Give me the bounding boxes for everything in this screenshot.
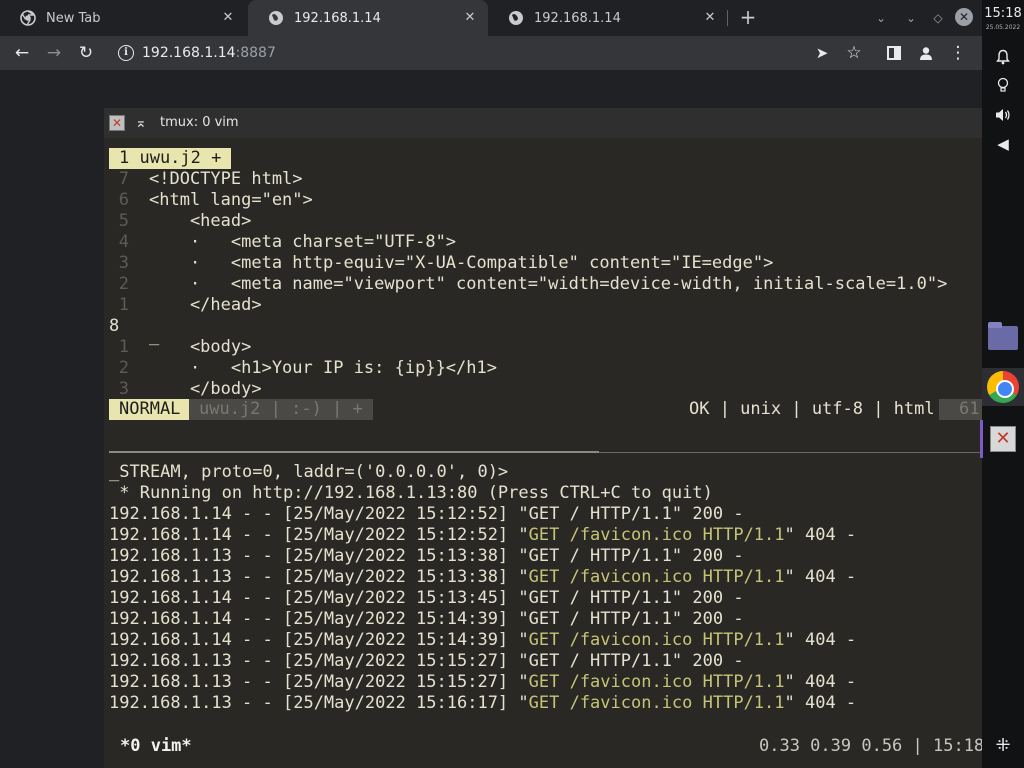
file-manager-app[interactable] xyxy=(982,320,1024,358)
url-port: :8887 xyxy=(235,45,276,61)
tab-ip[interactable]: 192.168.1.14 ✕ xyxy=(488,0,728,36)
pane-divider[interactable] xyxy=(109,451,982,453)
vim-mode: NORMAL xyxy=(109,399,191,420)
collapse-arrow-icon[interactable]: ◀ xyxy=(982,133,1024,155)
tmux-statusbar: *0 vim* 0.33 0.39 0.56 | 15:18 xyxy=(104,734,985,758)
log-line[interactable]: 192.168.1.13 - - [25/May/2022 15:13:38] … xyxy=(109,567,856,588)
vim-fileinfo: uwu.j2 | :-) | + xyxy=(189,399,373,420)
forward-icon[interactable]: → xyxy=(42,41,66,65)
side-panel-icon[interactable] xyxy=(882,41,906,65)
tab-separator xyxy=(727,10,728,26)
terminal-titlebar[interactable]: ✕ ⌅ tmux: 0 vim xyxy=(104,108,982,138)
log-line[interactable]: 192.168.1.14 - - [25/May/2022 15:14:39] … xyxy=(109,609,744,630)
tab-active-ip[interactable]: 192.168.1.14 ✕ xyxy=(248,0,488,36)
active-pane-indicator xyxy=(109,451,599,453)
log-line[interactable]: 192.168.1.13 - - [25/May/2022 15:13:38] … xyxy=(109,546,744,567)
log-line[interactable]: 192.168.1.14 - - [25/May/2022 15:13:45] … xyxy=(109,588,744,609)
chrome-icon xyxy=(987,371,1019,403)
profile-icon[interactable] xyxy=(914,41,938,65)
code-line[interactable]: 3 · <meta http-equiv="X-UA-Compatible" c… xyxy=(109,253,774,274)
vim-statusline: NORMAL uwu.j2 | :-) | + OK | unix | utf-… xyxy=(109,399,982,420)
terminal-title: tmux: 0 vim xyxy=(160,115,239,130)
chrome-icon xyxy=(20,10,36,26)
code-line[interactable]: 6 <html lang="en"> xyxy=(109,190,313,211)
folder-icon xyxy=(988,322,1018,350)
code-line-current[interactable]: 8 xyxy=(109,316,120,337)
current-line-number: 8 xyxy=(109,316,120,336)
log-line[interactable]: 192.168.1.13 - - [25/May/2022 15:15:27] … xyxy=(109,672,856,693)
code-line[interactable]: 4 · <meta charset="UTF-8"> xyxy=(109,232,456,253)
code-line[interactable]: 1 <body> xyxy=(109,337,252,358)
vim-position: 61 xyxy=(939,399,982,420)
bell-icon[interactable] xyxy=(982,46,1024,68)
globe-icon xyxy=(509,11,523,25)
panel-date: 25.05.2022 xyxy=(985,24,1021,31)
log-line[interactable]: 192.168.1.13 - - [25/May/2022 15:15:27] … xyxy=(109,651,744,672)
new-tab-button[interactable]: + xyxy=(736,6,760,30)
lightbulb-icon[interactable] xyxy=(982,74,1024,96)
close-tab-icon[interactable]: ✕ xyxy=(462,10,478,26)
terminal-close-icon[interactable]: ✕ xyxy=(109,115,125,131)
url-host: 192.168.1.14 xyxy=(142,45,236,61)
window-close-icon[interactable]: ✕ xyxy=(955,8,973,26)
vim-file-status: OK | unix | utf-8 | html xyxy=(689,399,935,419)
log-line[interactable]: 192.168.1.14 - - [25/May/2022 15:12:52] … xyxy=(109,504,744,525)
browser-toolbar: ← → ↻ i 192.168.1.14:8887 ➤ ☆ ⋮ xyxy=(0,36,982,70)
log-line[interactable]: * Running on http://192.168.1.13:80 (Pre… xyxy=(109,483,713,504)
reload-icon[interactable]: ↻ xyxy=(74,41,98,65)
send-icon[interactable]: ➤ xyxy=(810,41,834,65)
tab-title: 192.168.1.14 xyxy=(294,10,381,26)
code-line[interactable]: 2 · <meta name="viewport" content="width… xyxy=(109,274,948,295)
tmux-load-clock: 0.33 0.39 0.56 | 15:18 xyxy=(759,736,985,756)
keep-above-icon[interactable]: ⌅ xyxy=(135,108,147,138)
apps-menu-icon[interactable]: ⁜ xyxy=(982,734,1024,758)
tmux-app[interactable]: ✕ xyxy=(982,420,1024,458)
back-icon[interactable]: ← xyxy=(10,41,34,65)
log-line[interactable]: _STREAM, proto=0, laddr=('0.0.0.0', 0)> xyxy=(109,462,508,483)
bookmark-star-icon[interactable]: ☆ xyxy=(842,41,866,65)
info-icon[interactable]: i xyxy=(118,45,134,61)
tab-new-tab[interactable]: New Tab ✕ xyxy=(0,0,246,36)
tab-title: 192.168.1.14 xyxy=(534,10,621,26)
terminal-close-app-icon: ✕ xyxy=(990,426,1016,452)
tab-title: New Tab xyxy=(46,10,101,26)
minimize-icon[interactable]: ⌄ xyxy=(902,9,920,27)
tab-strip: New Tab ✕ 192.168.1.14 ✕ 192.168.1.14 ✕ … xyxy=(0,0,982,36)
tab-search-icon[interactable]: ⌄ xyxy=(872,9,890,27)
log-line[interactable]: 192.168.1.14 - - [25/May/2022 15:14:39] … xyxy=(109,630,856,651)
code-line[interactable]: 7 <!DOCTYPE html> xyxy=(109,169,303,190)
close-tab-icon[interactable]: ✕ xyxy=(702,10,718,26)
close-tab-icon[interactable]: ✕ xyxy=(220,10,236,26)
code-line[interactable]: 5 <head> xyxy=(109,211,252,232)
code-line[interactable]: 3 </body> xyxy=(109,379,262,400)
log-line[interactable]: 192.168.1.14 - - [25/May/2022 15:12:52] … xyxy=(109,525,856,546)
log-line[interactable]: 192.168.1.13 - - [25/May/2022 15:16:17] … xyxy=(109,693,856,714)
panel-clock[interactable]: 15:18 xyxy=(982,6,1024,21)
restore-icon[interactable]: ◇ xyxy=(929,9,947,27)
code-line[interactable]: 2 · <h1>Your IP is: {ip}}</h1> xyxy=(109,358,497,379)
address-bar[interactable]: i 192.168.1.14:8887 xyxy=(108,39,798,67)
menu-kebab-icon[interactable]: ⋮ xyxy=(946,41,970,65)
globe-icon xyxy=(269,11,283,25)
chrome-app[interactable] xyxy=(982,368,1024,406)
active-app-indicator xyxy=(980,420,983,458)
code-line[interactable]: 1 </head> xyxy=(109,295,262,316)
tmux-window-label[interactable]: *0 vim* xyxy=(120,734,192,758)
vim-tab[interactable]: 1 uwu.j2 + xyxy=(109,148,232,169)
volume-icon[interactable] xyxy=(982,104,1024,126)
